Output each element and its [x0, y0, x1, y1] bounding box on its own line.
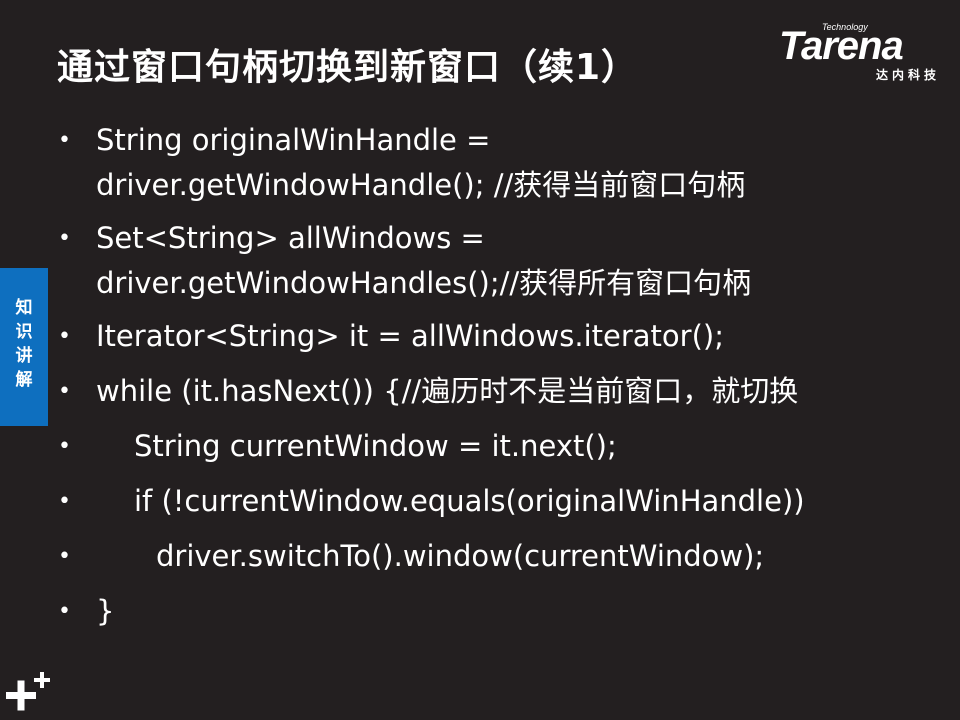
bullet-list: • String originalWinHandle = driver.getW… [58, 118, 948, 634]
bullet-dot: • [58, 489, 71, 514]
bullet-item: • Set<String> allWindows = driver.getWin… [58, 216, 856, 306]
side-tab-label: 知识讲解 [15, 298, 33, 390]
bullet-text: Iterator<String> it = allWindows.iterato… [96, 319, 724, 353]
bullet-item: • if (!currentWindow.equals(originalWinH… [58, 479, 948, 524]
slide: 通过窗口句柄切换到新窗口（续1） Tarena Technology 达内科技 … [0, 0, 960, 720]
bullet-item: • while (it.hasNext()) {//遍历时不是当前窗口，就切换 [58, 369, 948, 414]
bullet-dot: • [58, 599, 71, 624]
bullet-text: String originalWinHandle = driver.getWin… [96, 123, 746, 202]
bullet-item: • String currentWindow = it.next(); [58, 424, 948, 469]
bullet-dot: • [58, 324, 71, 349]
plus-plus-icon [6, 672, 50, 711]
bullet-dot: • [58, 226, 71, 251]
bullet-text: String currentWindow = it.next(); [134, 429, 617, 463]
logo-tagline: Technology [822, 22, 868, 32]
bullet-text: driver.switchTo().window(currentWindow); [156, 539, 765, 573]
bullet-dot: • [58, 544, 71, 569]
bullet-text: } [96, 594, 115, 628]
bullet-item: • String originalWinHandle = driver.getW… [58, 118, 856, 208]
bullet-dot: • [58, 128, 71, 153]
side-tab-knowledge: 知识讲解 [0, 268, 48, 426]
bullet-text: while (it.hasNext()) {//遍历时不是当前窗口，就切换 [96, 374, 799, 408]
bullet-item: • driver.switchTo().window(currentWindow… [58, 534, 948, 579]
bullet-item: • } [58, 589, 948, 634]
bullet-text: Set<String> allWindows = driver.getWindo… [96, 221, 752, 300]
tarena-logo: Tarena Technology 达内科技 [779, 22, 944, 84]
bullet-item: • Iterator<String> it = allWindows.itera… [58, 314, 948, 359]
bullet-text: if (!currentWindow.equals(originalWinHan… [134, 484, 805, 518]
logo-chinese: 达内科技 [875, 68, 940, 82]
bullet-dot: • [58, 434, 71, 459]
bullet-dot: • [58, 379, 71, 404]
slide-title: 通过窗口句柄切换到新窗口（续1） [57, 47, 639, 88]
